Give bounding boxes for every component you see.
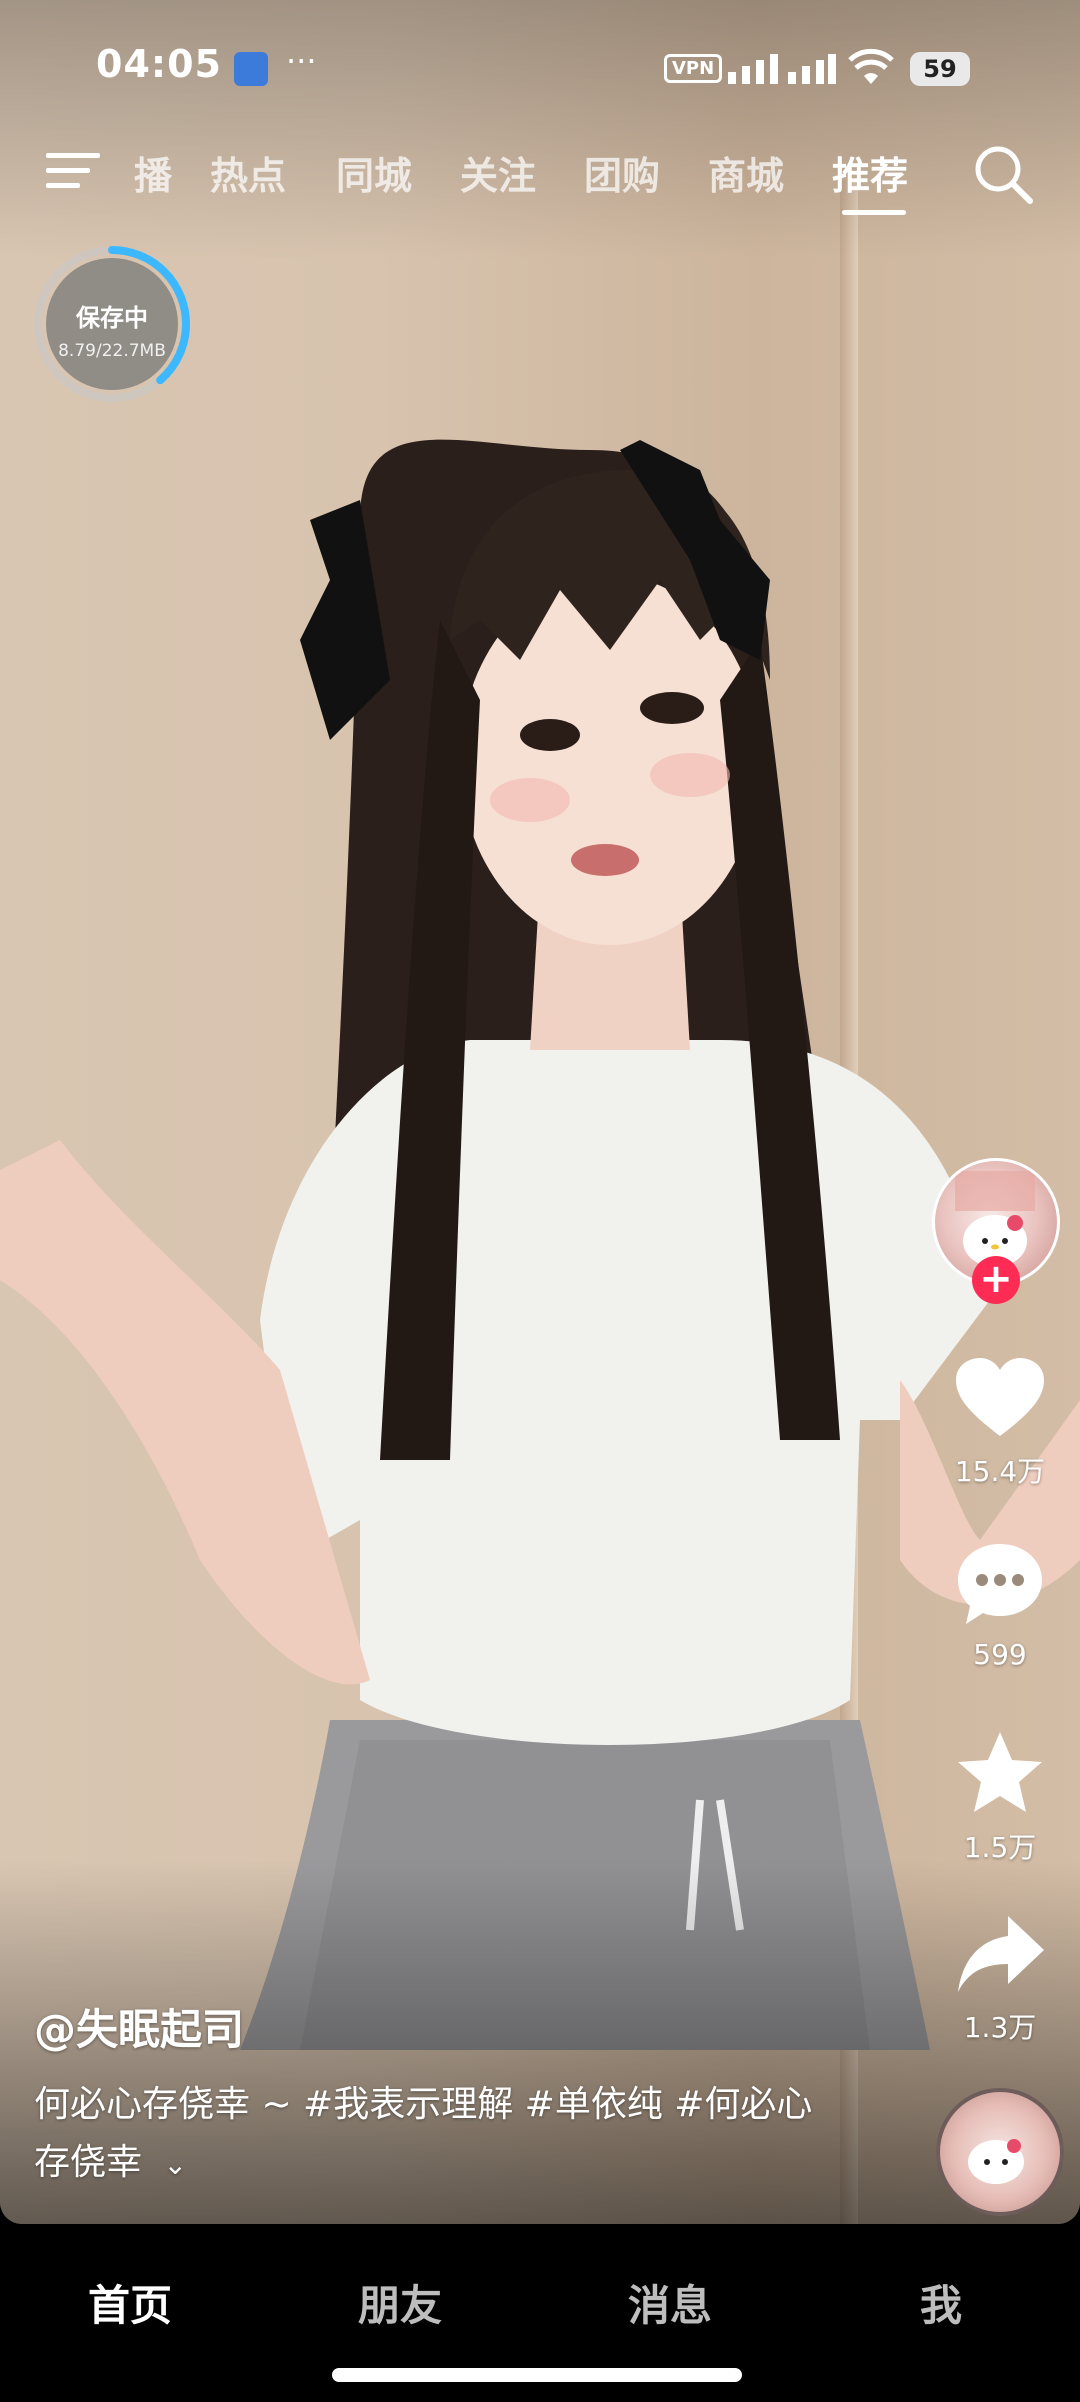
tab-recommend[interactable]: 推荐 <box>832 145 908 200</box>
share-action[interactable]: 1.3万 <box>940 1912 1060 2046</box>
wifi-icon <box>848 48 894 84</box>
saving-size-text: 8.79/22.7MB <box>58 341 166 361</box>
tab-messages[interactable]: 消息 <box>628 2272 712 2333</box>
top-navigation: 播 热点 同城 关注 团购 商城 推荐 <box>0 135 1080 225</box>
like-action[interactable]: 15.4万 <box>940 1356 1060 1490</box>
search-icon[interactable] <box>972 143 1036 207</box>
video-description[interactable]: 何必心存侥幸 ~ #我表示理解 #单依纯 #何必心存侥幸 ⌄ <box>34 2076 814 2194</box>
signal-icon <box>728 54 836 84</box>
saving-progress-badge: 保存中 8.79/22.7MB <box>32 244 192 404</box>
music-disc-character-icon <box>968 2139 1024 2184</box>
creator-avatar-block[interactable]: + <box>932 1158 1060 1304</box>
status-bar: 04:05 ··· VPN 59 <box>0 0 1080 130</box>
comment-icon[interactable] <box>954 1540 1046 1628</box>
star-icon[interactable] <box>954 1728 1046 1816</box>
tab-home[interactable]: 首页 <box>88 2272 172 2333</box>
app-notification-icon <box>234 52 268 86</box>
favorite-action[interactable]: 1.5万 <box>940 1728 1060 1866</box>
like-count: 15.4万 <box>954 1455 1046 1488</box>
author-name[interactable]: @失眠起司 <box>34 1996 244 2057</box>
chevron-down-icon[interactable]: ⌄ <box>163 2136 186 2194</box>
tab-hot[interactable]: 热点 <box>210 145 286 200</box>
comment-action[interactable]: 599 <box>940 1540 1060 1671</box>
more-notifications-icon: ··· <box>286 42 317 80</box>
home-indicator[interactable] <box>332 2368 742 2382</box>
follow-button[interactable]: + <box>972 1256 1020 1304</box>
tab-mall[interactable]: 商城 <box>708 145 784 200</box>
share-count: 1.3万 <box>963 2011 1037 2044</box>
heart-icon[interactable] <box>954 1356 1046 1440</box>
battery-indicator: 59 <box>910 52 970 86</box>
vpn-icon: VPN <box>664 54 723 83</box>
tab-me[interactable]: 我 <box>920 2272 962 2333</box>
tab-group-buy[interactable]: 团购 <box>584 145 660 200</box>
menu-icon[interactable] <box>46 147 102 195</box>
favorite-count: 1.5万 <box>963 1831 1037 1864</box>
status-time: 04:05 <box>96 42 222 86</box>
tab-live[interactable]: 播 <box>134 145 172 200</box>
saving-info: 保存中 8.79/22.7MB <box>46 258 178 390</box>
music-disc[interactable] <box>936 2088 1064 2216</box>
comment-count: 599 <box>973 1638 1027 1671</box>
active-tab-indicator <box>842 210 906 215</box>
tab-following[interactable]: 关注 <box>460 145 536 200</box>
bottom-navigation: 首页 朋友 消息 我 <box>0 2224 1080 2402</box>
saving-title: 保存中 <box>76 304 148 332</box>
description-text: 何必心存侥幸 ~ #我表示理解 #单依纯 #何必心存侥幸 <box>34 2084 813 2183</box>
share-icon[interactable] <box>954 1912 1046 1996</box>
tab-nearby[interactable]: 同城 <box>336 145 412 200</box>
tab-friends[interactable]: 朋友 <box>358 2272 442 2333</box>
